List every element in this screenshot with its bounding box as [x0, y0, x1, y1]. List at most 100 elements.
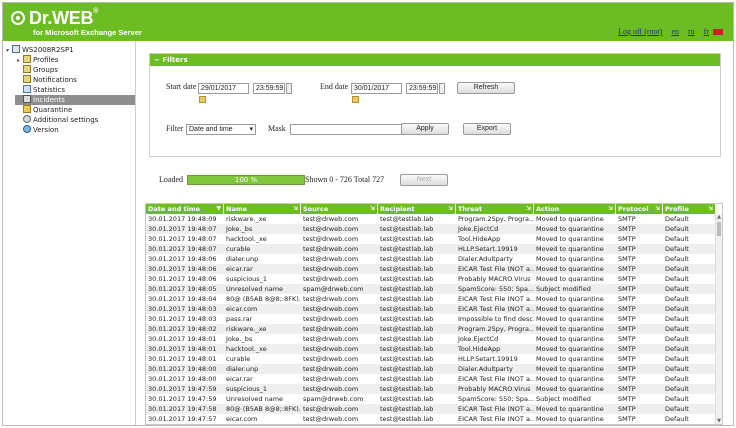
- table-row[interactable]: 30.01.2017 19:48:01 Joke._bs test@drweb.co…: [146, 334, 716, 344]
- vertical-scrollbar[interactable]: ▲ ▼: [715, 214, 722, 424]
- column-menu-icon[interactable]: ⇲: [448, 204, 453, 214]
- table-row[interactable]: 30.01.2017 19:47:59 Unresolved name spam@d…: [146, 394, 716, 404]
- table-row[interactable]: 30.01.2017 19:47:58 80@ (B5AB 8@8;:8FK)..…: [146, 404, 716, 414]
- table-row[interactable]: 30.01.2017 19:48:01 hacktool._xe test@drwe…: [146, 344, 716, 354]
- bell-icon: [23, 75, 31, 83]
- progress-text: 100 %: [234, 176, 258, 184]
- mask-input[interactable]: [290, 124, 418, 135]
- table-cell: SMTP: [618, 265, 636, 273]
- export-button[interactable]: Export: [463, 123, 511, 135]
- table-cell: SMTP: [618, 375, 636, 383]
- scroll-up-icon[interactable]: ▲: [716, 214, 722, 220]
- table-cell: test@testlab.lab: [380, 325, 434, 333]
- table-cell: test@drweb.com: [303, 255, 359, 263]
- table-cell: suspicious_1: [226, 275, 268, 283]
- table-row[interactable]: 30.01.2017 19:48:00 dialer.unp test@drweb.…: [146, 364, 716, 374]
- column-header[interactable]: Protocol ⇲: [616, 204, 663, 214]
- table-cell: Moved to quarantine: [536, 325, 604, 333]
- column-header[interactable]: Recipient ⇲: [378, 204, 456, 214]
- table-row[interactable]: 30.01.2017 19:48:07 curable test@drweb.com…: [146, 244, 716, 254]
- sidebar-item-incidents[interactable]: Incidents: [15, 95, 135, 105]
- end-date-input[interactable]: 30/01/2017: [351, 83, 402, 94]
- table-row[interactable]: 30.01.2017 19:48:07 hacktool._xe test@drwe…: [146, 234, 716, 244]
- table-cell: test@drweb.com: [303, 215, 359, 223]
- table-cell: test@testlab.lab: [380, 395, 434, 403]
- table-cell: EICAR Test File (NOT a...: [458, 415, 534, 423]
- table-cell: Moved to quarantine: [536, 215, 604, 223]
- sidebar-tree: ▾ WS2008R2SP1 ▸ Profiles Groups Notificati…: [3, 41, 136, 425]
- table-row[interactable]: 30.01.2017 19:48:04 80@ (B5AB 8@8;:8FK)..…: [146, 294, 716, 304]
- column-header[interactable]: Profile ⇲: [663, 204, 716, 214]
- end-calendar-icon[interactable]: [352, 96, 359, 103]
- start-date-input[interactable]: 29/01/2017: [198, 83, 249, 94]
- column-menu-icon[interactable]: ⇲: [655, 204, 660, 214]
- apply-button[interactable]: Apply: [401, 123, 449, 135]
- filters-title[interactable]: − Filters: [150, 54, 720, 66]
- start-time-spinner[interactable]: [286, 83, 292, 94]
- column-header[interactable]: Date and time ▼: [146, 204, 224, 214]
- table-cell: test@testlab.lab: [380, 295, 434, 303]
- table-row[interactable]: 30.01.2017 19:48:07 Joke._bs test@drweb.co…: [146, 224, 716, 234]
- table-cell: SMTP: [618, 295, 636, 303]
- column-menu-icon[interactable]: ⇲: [293, 204, 298, 214]
- refresh-button[interactable]: Refresh: [457, 82, 515, 94]
- lang-en-link[interactable]: en: [671, 27, 679, 36]
- table-cell: test@testlab.lab: [380, 245, 434, 253]
- table-row[interactable]: 30.01.2017 19:48:01 curable test@drweb.com…: [146, 354, 716, 364]
- column-menu-icon[interactable]: ⇲: [708, 204, 713, 214]
- table-cell: SMTP: [618, 275, 636, 283]
- lang-ru-link[interactable]: ru: [688, 27, 695, 36]
- incident-icon: [23, 95, 31, 103]
- end-time-spinner[interactable]: [439, 83, 445, 94]
- table-row[interactable]: 30.01.2017 19:48:02 riskware._xe test@drwe…: [146, 324, 716, 334]
- start-calendar-icon[interactable]: [199, 96, 206, 103]
- column-header[interactable]: Source ⇲: [301, 204, 378, 214]
- table-row[interactable]: 30.01.2017 19:48:03 eicar.com test@drweb.c…: [146, 304, 716, 314]
- table-cell: Default: [665, 265, 689, 273]
- column-header[interactable]: Name ⇲: [224, 204, 301, 214]
- sidebar-item-quarantine[interactable]: Quarantine: [23, 105, 72, 115]
- table-cell: suspicious_1: [226, 385, 268, 393]
- total-count: 727: [372, 175, 385, 184]
- end-time-input[interactable]: 23:59:59: [406, 83, 438, 94]
- table-row[interactable]: 30.01.2017 19:48:06 eicar.rar test@drweb.c…: [146, 264, 716, 274]
- sidebar-item-version[interactable]: Version: [23, 125, 59, 135]
- header-bar: Dr.WEB® for Microsoft Exchange Server Lo…: [3, 3, 733, 41]
- table-row[interactable]: 30.01.2017 19:47:57 eicar.com test@drweb.c…: [146, 414, 716, 424]
- table-cell: Joke._bs: [226, 335, 253, 343]
- sidebar-item-profiles[interactable]: ▸ Profiles: [17, 55, 58, 65]
- table-row[interactable]: 30.01.2017 19:47:59 suspicious_1 test@drwe…: [146, 384, 716, 394]
- logoff-link[interactable]: Log off (root): [618, 27, 662, 36]
- scroll-down-icon[interactable]: ▼: [716, 418, 722, 424]
- table-cell: spam@drweb.com: [303, 395, 364, 403]
- scroll-thumb[interactable]: [717, 222, 721, 236]
- sort-desc-icon[interactable]: ▼: [216, 204, 221, 214]
- sidebar-item-notifications[interactable]: Notifications: [23, 75, 77, 85]
- table-row[interactable]: 30.01.2017 19:48:03 pass.rar test@drweb.co…: [146, 314, 716, 324]
- column-header[interactable]: Threat ⇲: [456, 204, 534, 214]
- table-row[interactable]: 30.01.2017 19:48:06 dialer.unp test@drweb.…: [146, 254, 716, 264]
- info-icon: [23, 125, 31, 133]
- table-cell: 30.01.2017 19:48:01: [148, 355, 217, 363]
- sidebar-item-groups[interactable]: Groups: [23, 65, 58, 75]
- start-time-input[interactable]: 23:59:59: [253, 83, 285, 94]
- table-cell: Probably MACRO.Virus: [458, 275, 531, 283]
- table-row[interactable]: 30.01.2017 19:48:09 riskware._xe test@drwe…: [146, 214, 716, 224]
- column-menu-icon[interactable]: ⇲: [526, 204, 531, 214]
- table-row[interactable]: 30.01.2017 19:48:06 suspicious_1 test@drwe…: [146, 274, 716, 284]
- column-header[interactable]: Action ⇲: [534, 204, 616, 214]
- lang-fr-link[interactable]: fr: [704, 27, 709, 36]
- table-cell: 80@ (B5AB 8@8;:8FK)...: [226, 295, 301, 303]
- table-cell: test@testlab.lab: [380, 365, 434, 373]
- next-button[interactable]: Next: [400, 174, 448, 186]
- sidebar-item-additional-settings[interactable]: Additional settings: [23, 115, 98, 125]
- sidebar-item-statistics[interactable]: Statistics: [23, 85, 65, 95]
- table-cell: Program.2Spy, Progra...: [458, 325, 534, 333]
- tree-root[interactable]: ▾ WS2008R2SP1: [6, 45, 74, 55]
- table-row[interactable]: 30.01.2017 19:48:00 eicar.rar test@drweb.c…: [146, 374, 716, 384]
- filter-label: Filter: [166, 124, 184, 133]
- column-menu-icon[interactable]: ⇲: [608, 204, 613, 214]
- table-row[interactable]: 30.01.2017 19:48:05 Unresolved name spam@d…: [146, 284, 716, 294]
- column-menu-icon[interactable]: ⇲: [370, 204, 375, 214]
- filter-select[interactable]: Date and time: [186, 124, 256, 135]
